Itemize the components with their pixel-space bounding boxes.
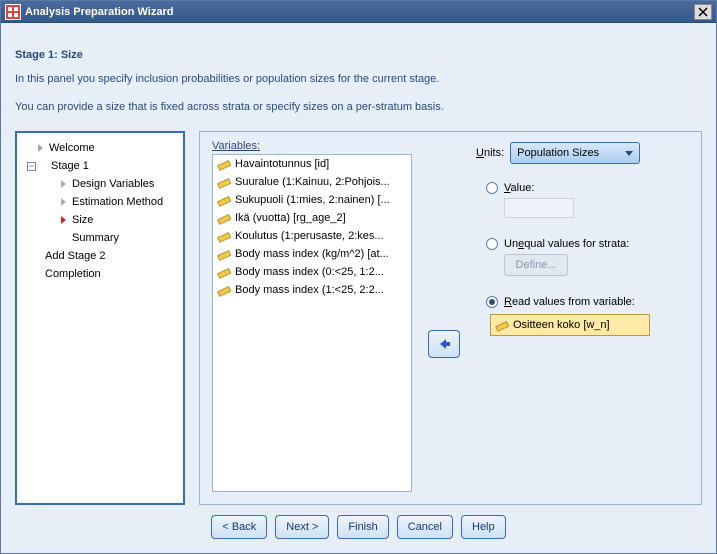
tree-label: Welcome xyxy=(49,142,95,154)
define-button: Define... xyxy=(504,254,568,276)
list-item[interactable]: Ikä (vuotta) [rg_age_2] xyxy=(213,209,411,227)
radio-icon[interactable] xyxy=(486,296,498,308)
tree-welcome[interactable]: Welcome xyxy=(21,139,179,157)
main-panels: Welcome − Stage 1 Design Variables Estim… xyxy=(15,131,702,505)
variables-label: Variables: xyxy=(212,140,412,152)
tree-label: Estimation Method xyxy=(72,196,163,208)
tree-label: Stage 1 xyxy=(51,160,89,172)
tree-summary[interactable]: Summary xyxy=(21,229,179,247)
tree-label: Completion xyxy=(45,268,101,280)
var-text: Ikä (vuotta) [rg_age_2] xyxy=(235,212,346,224)
var-text: Suuralue (1:Kainuu, 2:Pohjois... xyxy=(235,176,390,188)
tree-estimation[interactable]: Estimation Method xyxy=(21,193,179,211)
cancel-button[interactable]: Cancel xyxy=(397,515,453,539)
scale-icon xyxy=(217,265,231,279)
move-column xyxy=(428,140,460,492)
arrow-icon xyxy=(61,216,66,224)
content: Stage 1: Size In this panel you specify … xyxy=(1,23,716,553)
tree-stage1[interactable]: − Stage 1 xyxy=(21,157,179,175)
scale-icon xyxy=(495,318,509,332)
list-item[interactable]: Body mass index (1:<25, 2:2... xyxy=(213,281,411,299)
var-text: Havaintotunnus [id] xyxy=(235,158,329,170)
variables-list[interactable]: Havaintotunnus [id] Suuralue (1:Kainuu, … xyxy=(212,154,412,492)
var-text: Body mass index (0:<25, 1:2... xyxy=(235,266,384,278)
list-item[interactable]: Koulutus (1:perusaste, 2:kes... xyxy=(213,227,411,245)
tree-completion[interactable]: Completion xyxy=(21,265,179,283)
next-button[interactable]: Next > xyxy=(275,515,329,539)
unequal-label: Unequal values for strata: xyxy=(504,238,629,250)
move-left-button[interactable] xyxy=(428,330,460,358)
units-value: Population Sizes xyxy=(517,147,599,159)
tree-label: Add Stage 2 xyxy=(45,250,106,262)
nav-tree: Welcome − Stage 1 Design Variables Estim… xyxy=(15,131,185,505)
arrow-icon xyxy=(38,144,43,152)
arrow-icon xyxy=(61,180,66,188)
scale-icon xyxy=(217,175,231,189)
description-2: You can provide a size that is fixed acr… xyxy=(15,101,702,113)
help-button[interactable]: Help xyxy=(461,515,506,539)
scale-icon xyxy=(217,157,231,171)
units-label: Units: xyxy=(476,147,504,159)
list-item[interactable]: Havaintotunnus [id] xyxy=(213,155,411,173)
tree-addstage[interactable]: Add Stage 2 xyxy=(21,247,179,265)
scale-icon xyxy=(217,283,231,297)
value-input xyxy=(504,198,574,218)
footer-buttons: < Back Next > Finish Cancel Help xyxy=(15,505,702,545)
right-panel: Variables: Havaintotunnus [id] Suuralue … xyxy=(199,131,702,505)
description-1: In this panel you specify inclusion prob… xyxy=(15,73,702,85)
chevron-down-icon xyxy=(625,151,633,156)
readvar-field[interactable]: Ositteen koko [w_n] xyxy=(490,314,650,336)
value-option[interactable]: Value: xyxy=(486,182,689,194)
tree-label: Size xyxy=(72,214,93,226)
stage-heading: Stage 1: Size xyxy=(15,49,702,61)
tree-design[interactable]: Design Variables xyxy=(21,175,179,193)
variables-column: Variables: Havaintotunnus [id] Suuralue … xyxy=(212,140,412,492)
var-text: Body mass index (1:<25, 2:2... xyxy=(235,284,384,296)
window-title: Analysis Preparation Wizard xyxy=(25,6,173,18)
list-item[interactable]: Suuralue (1:Kainuu, 2:Pohjois... xyxy=(213,173,411,191)
list-item[interactable]: Body mass index (kg/m^2) [at... xyxy=(213,245,411,263)
list-item[interactable]: Sukupuoli (1:mies, 2:nainen) [... xyxy=(213,191,411,209)
var-text: Body mass index (kg/m^2) [at... xyxy=(235,248,389,260)
readvar-value: Ositteen koko [w_n] xyxy=(513,319,610,331)
arrow-icon xyxy=(61,198,66,206)
readvar-label: Read values from variable: xyxy=(504,296,635,308)
tree-label: Summary xyxy=(72,232,119,244)
tree-label: Design Variables xyxy=(72,178,154,190)
back-button[interactable]: < Back xyxy=(211,515,267,539)
scale-icon xyxy=(217,211,231,225)
units-row: Units: Population Sizes xyxy=(476,142,689,164)
scale-icon xyxy=(217,229,231,243)
app-icon xyxy=(5,4,21,20)
options-column: Units: Population Sizes Value: xyxy=(476,140,689,492)
titlebar: Analysis Preparation Wizard xyxy=(1,1,716,23)
scale-icon xyxy=(217,193,231,207)
unequal-option[interactable]: Unequal values for strata: xyxy=(486,238,689,250)
value-label: Value: xyxy=(504,182,534,194)
finish-button[interactable]: Finish xyxy=(337,515,388,539)
scale-icon xyxy=(217,247,231,261)
close-button[interactable] xyxy=(694,4,712,20)
var-text: Koulutus (1:perusaste, 2:kes... xyxy=(235,230,384,242)
units-dropdown[interactable]: Population Sizes xyxy=(510,142,640,164)
readvar-option[interactable]: Read values from variable: xyxy=(486,296,689,308)
tree-size[interactable]: Size xyxy=(21,211,179,229)
list-item[interactable]: Body mass index (0:<25, 1:2... xyxy=(213,263,411,281)
radio-icon[interactable] xyxy=(486,238,498,250)
radio-icon[interactable] xyxy=(486,182,498,194)
wizard-window: Analysis Preparation Wizard Stage 1: Siz… xyxy=(0,0,717,554)
collapse-icon[interactable]: − xyxy=(27,162,36,171)
var-text: Sukupuoli (1:mies, 2:nainen) [... xyxy=(235,194,390,206)
